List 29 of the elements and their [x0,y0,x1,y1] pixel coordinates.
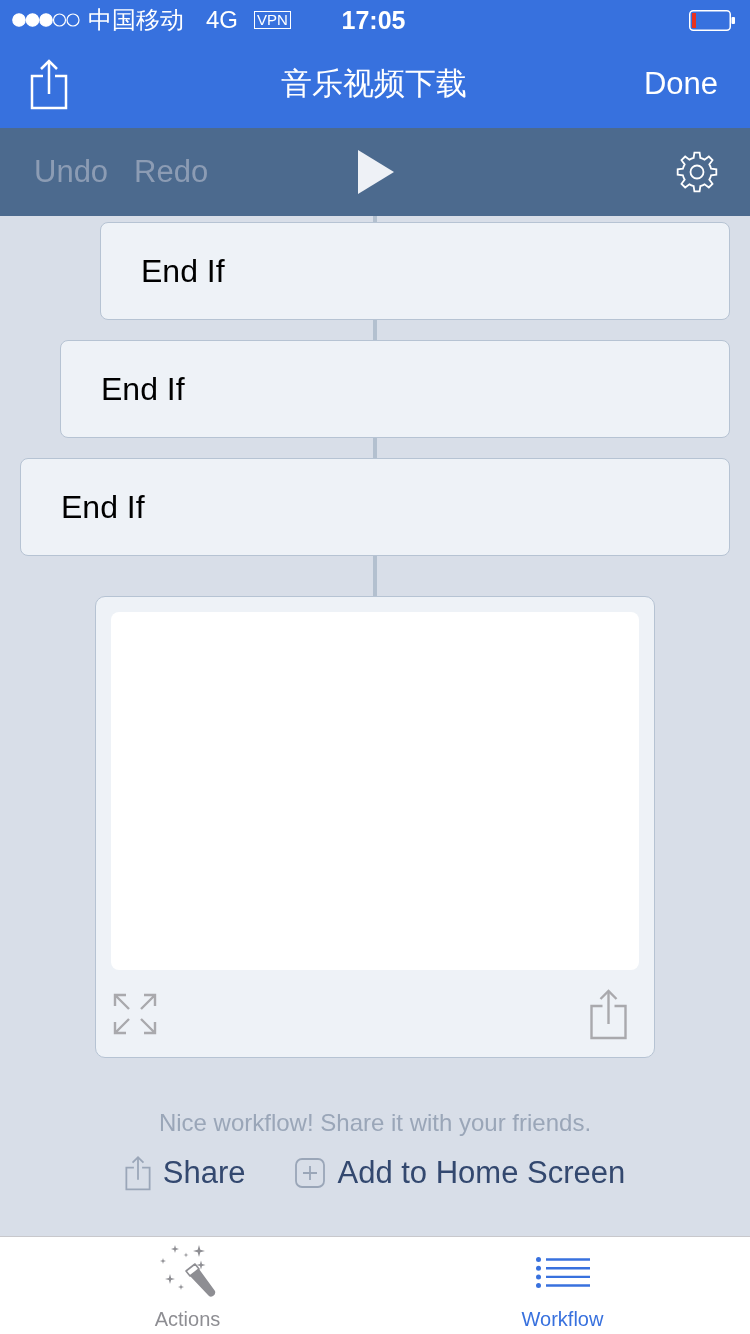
action-block[interactable]: End If [100,222,730,320]
share-icon [124,1155,151,1191]
share-icon [30,58,68,110]
share-button[interactable] [30,58,68,110]
share-link[interactable]: Share [124,1155,246,1191]
list-icon [535,1257,590,1288]
play-button[interactable] [358,150,394,194]
action-block[interactable]: End If [20,458,730,556]
workflow-title: 音乐视频下载 [281,65,467,103]
action-block[interactable]: End If [60,340,730,438]
share-icon [588,987,629,1040]
play-icon [358,150,394,194]
expand-icon [113,992,157,1035]
action-title: End If [141,252,225,290]
settings-icon [676,151,718,193]
action-title: End If [101,370,185,408]
share-message: Nice workflow! Share it with your friends. [157,1108,593,1138]
add-to-home-link[interactable]: Add to Home Screen [295,1155,626,1191]
add-icon [295,1158,326,1188]
vpn-indicator: VPN [254,11,291,29]
status-time: 17:05 [341,5,406,35]
carrier-name: 中国移动 [88,5,184,35]
signal-icon [12,13,80,27]
battery-icon [689,9,735,31]
action-title: End If [61,488,145,526]
tab[interactable]: Workflow [375,1237,750,1334]
network-type: 4G [206,6,238,34]
done-button[interactable]: Done [643,66,718,102]
settings-button[interactable] [676,151,718,193]
